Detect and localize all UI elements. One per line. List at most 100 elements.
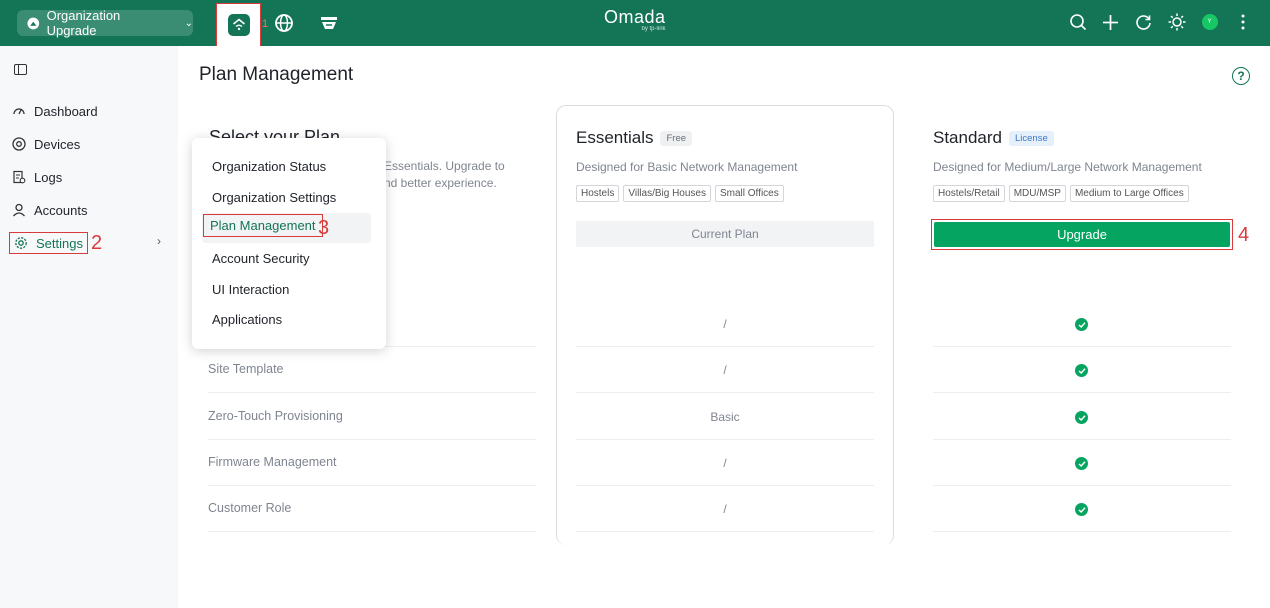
plan-name-text: Standard [933, 128, 1002, 147]
row-divider [576, 346, 874, 347]
essentials-feature-value: / [723, 363, 727, 377]
essentials-plan-desc: Designed for Basic Network Management [576, 160, 798, 174]
essentials-feature-value: / [723, 456, 727, 470]
feature-label: Site Template [208, 362, 284, 376]
essentials-tags: Hostels Villas/Big Houses Small Offices [576, 185, 784, 202]
top-bar: Organization Upgrade ⌄ 1 Omada by tp-lin… [0, 0, 1270, 46]
row-divider [208, 392, 536, 393]
menu-item-organization-status[interactable]: Organization Status [212, 159, 326, 174]
menu-item-ui-interaction[interactable]: UI Interaction [212, 282, 289, 297]
menu-item-applications[interactable]: Applications [212, 312, 282, 327]
essentials-feature-value: / [723, 317, 727, 331]
sidebar-item-label: Accounts [34, 202, 88, 218]
plan-badge: Free [660, 130, 693, 146]
upgrade-button[interactable]: Upgrade [934, 222, 1230, 247]
sidebar-item-label: Devices [34, 136, 81, 152]
sidebar [0, 46, 178, 608]
devices-icon [12, 137, 26, 151]
sidebar-item-label: Settings [36, 235, 83, 251]
sidebar-item-dashboard[interactable]: Dashboard [12, 100, 98, 122]
row-divider [208, 439, 536, 440]
feature-label: Zero-Touch Provisioning [208, 409, 343, 423]
check-icon [1075, 503, 1088, 516]
wifi-home-icon [232, 18, 245, 31]
logs-icon [13, 170, 26, 184]
menu-item-account-security[interactable]: Account Security [212, 251, 310, 266]
chevron-down-icon: ⌄ [184, 17, 193, 29]
user-avatar[interactable]: Y [1200, 11, 1219, 33]
row-divider [576, 392, 874, 393]
row-divider [933, 346, 1231, 347]
intro-text: Essentials. Upgrade to nd better experie… [384, 158, 534, 192]
plan-tag: MDU/MSP [1008, 185, 1066, 202]
chevron-right-icon: › [157, 234, 161, 248]
current-plan-button: Current Plan [576, 221, 874, 247]
annotation-2: 2 [91, 232, 103, 254]
upgrade-highlight: Upgrade [931, 219, 1233, 250]
nav-security-tab[interactable] [310, 4, 348, 42]
dashboard-icon [13, 108, 25, 115]
row-divider [933, 392, 1231, 393]
plus-icon[interactable] [1101, 11, 1120, 33]
page-title: Plan Management [199, 64, 354, 85]
essentials-feature-value: / [723, 502, 727, 516]
nav-network-tab[interactable] [216, 3, 261, 46]
essentials-plan-name: Essentials Free [576, 128, 693, 148]
sidebar-item-accounts[interactable]: Accounts [12, 199, 87, 221]
plan-name-text: Essentials [576, 128, 654, 147]
accounts-icon [13, 203, 25, 217]
row-divider [933, 439, 1231, 440]
sidebar-item-label: Dashboard [34, 103, 98, 119]
plan-badge: License [1009, 130, 1054, 146]
check-icon [1075, 318, 1088, 331]
menu-item-plan-management[interactable]: Plan Management [203, 214, 323, 237]
annotation-4: 4 [1238, 224, 1250, 246]
annotation-3: 3 [318, 217, 330, 239]
plan-tag: Villas/Big Houses [623, 185, 711, 202]
menu-item-organization-settings[interactable]: Organization Settings [212, 190, 336, 205]
check-icon [1075, 364, 1088, 377]
check-icon [1075, 457, 1088, 470]
settings-popover-menu: Organization Status Organization Setting… [192, 138, 386, 349]
sidebar-toggle-icon[interactable] [14, 64, 27, 75]
brand-sub: by tp-link [641, 26, 666, 32]
essentials-feature-value: Basic [710, 410, 740, 424]
gear-icon [15, 237, 27, 249]
row-divider [933, 485, 1231, 486]
sidebar-item-settings[interactable]: Settings [9, 232, 88, 254]
row-divider [933, 531, 1231, 532]
standard-plan-name: Standard License [933, 128, 1054, 148]
feature-label: Firmware Management [208, 455, 337, 469]
gateway-icon [321, 17, 337, 29]
search-icon[interactable] [1068, 11, 1087, 33]
refresh-icon[interactable] [1134, 11, 1153, 33]
standard-plan-desc: Designed for Medium/Large Network Manage… [933, 160, 1202, 174]
help-icon[interactable]: ? [1232, 67, 1250, 85]
sidebar-item-label: Logs [34, 169, 63, 185]
sidebar-item-devices[interactable]: Devices [12, 133, 80, 155]
more-menu-icon[interactable] [1233, 11, 1252, 33]
row-divider [576, 485, 874, 486]
row-divider [208, 485, 536, 486]
organization-icon [27, 17, 40, 29]
row-divider [576, 531, 874, 532]
plan-tag: Medium to Large Offices [1069, 185, 1189, 202]
row-divider [208, 531, 536, 532]
intro-line: Essentials. Upgrade to [384, 159, 505, 173]
organization-label: Organization Upgrade [46, 8, 121, 38]
standard-tags: Hostels/Retail MDU/MSP Medium to Large O… [933, 185, 1189, 202]
intro-line: nd better experience. [384, 176, 497, 190]
nav-global-tab[interactable] [265, 4, 303, 42]
sidebar-item-logs[interactable]: Logs [12, 166, 62, 188]
omada-logo: Omada by tp-link [604, 8, 666, 33]
plan-tag: Hostels/Retail [933, 185, 1005, 202]
check-icon [1075, 411, 1088, 424]
sun-icon[interactable] [1167, 11, 1186, 33]
plan-tag: Hostels [576, 185, 620, 202]
globe-icon [275, 14, 293, 32]
brand-name: Omada [604, 7, 666, 27]
organization-selector[interactable]: Organization Upgrade ⌄ [17, 8, 193, 38]
feature-label: Customer Role [208, 501, 292, 515]
plan-tag: Small Offices [715, 185, 784, 202]
row-divider [576, 439, 874, 440]
